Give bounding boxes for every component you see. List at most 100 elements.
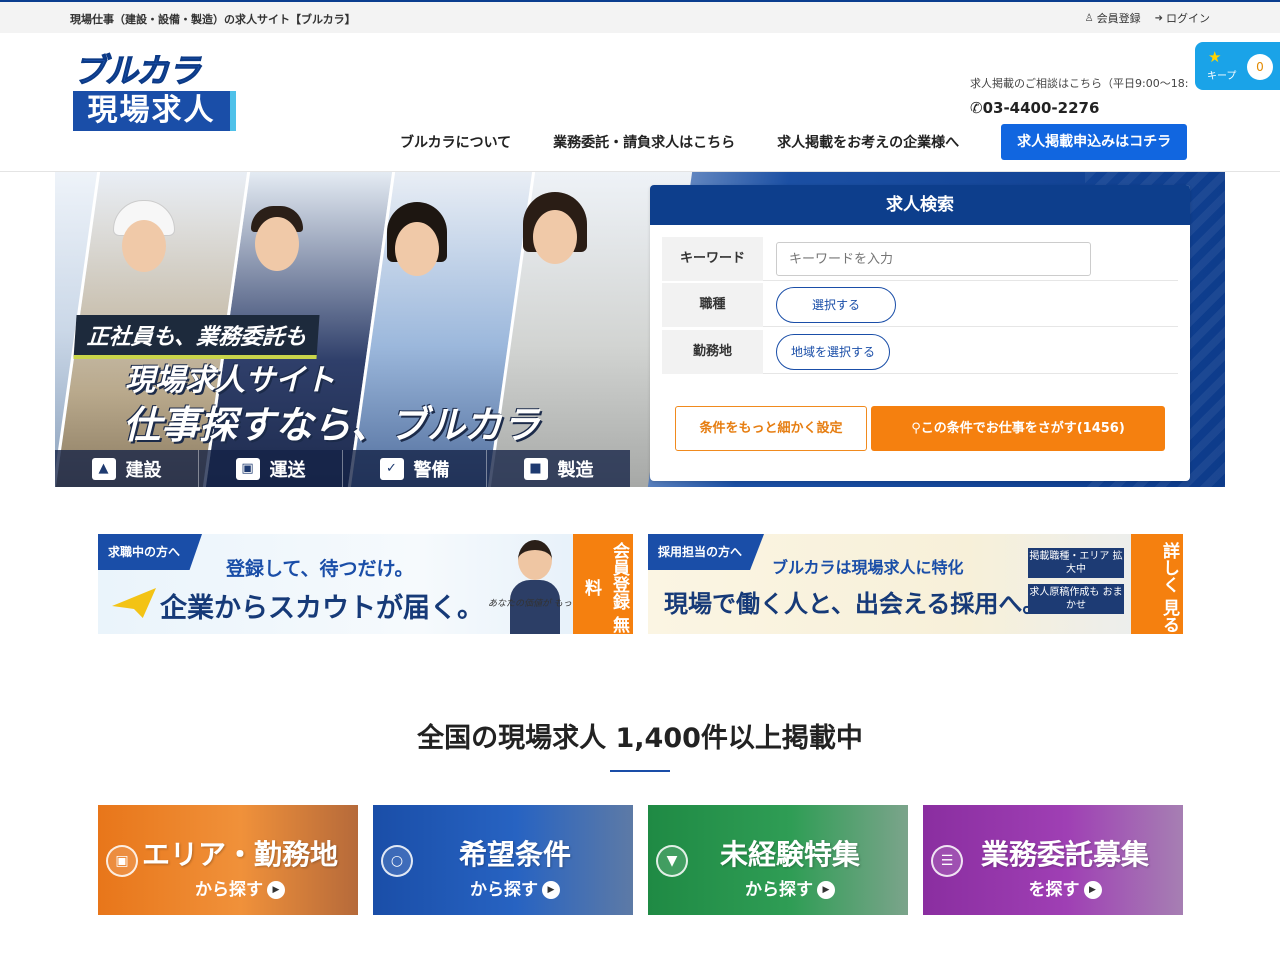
play-icon: ▶ [1083, 881, 1102, 899]
contact-phone-number: 03-4400-2276 [982, 99, 1100, 117]
person-head [518, 540, 552, 580]
search-submit-button[interactable]: ⚲この条件でお仕事をさがす(1456) [871, 406, 1165, 451]
hero-category-label: 運送 [269, 459, 306, 481]
worker-face [533, 210, 577, 264]
card-subtitle-label: を探す [1028, 880, 1080, 900]
nav-item-outsourcing[interactable]: 業務委託・請負求人はこちら [553, 132, 735, 152]
card-title: エリア・勤務地 [141, 838, 338, 871]
card-subtitle-label: から探す [470, 880, 538, 900]
banner-headline: 企業からスカウトが届く。 [160, 593, 484, 624]
hero-category-manufacturing[interactable]: ■ 製造 [487, 450, 630, 487]
card-subtitle-label: から探す [195, 880, 263, 900]
banner-headline: 現場で働く人と、出会える採用へ。 [664, 590, 1047, 618]
login-link[interactable]: ➜ ログイン [1155, 10, 1210, 26]
hero-catch-2: 現場求人サイト [125, 363, 335, 398]
hero-category-label: 警備 [413, 459, 450, 481]
keep-label: キープ [1207, 71, 1237, 82]
details-label: 詳しく 見る [1131, 534, 1183, 634]
seeker-scout-banner[interactable]: 求職中の方へ 登録して、待つだけ。 企業からスカウトが届く。 あなたの価値が も… [98, 534, 633, 634]
contact-label: 求人掲載のご相談はこちら（平日9:00〜18: [970, 77, 1189, 90]
hero-photo: 正社員も、業務委託も 現場求人サイト 仕事探すなら、ブルカラ ▲ 建設 ▣ 運送 ✓… [55, 172, 693, 487]
card-subtitle: から探す ▶ [373, 875, 633, 900]
card-no-experience[interactable]: ▼ 未経験特集 から探す ▶ [648, 805, 908, 915]
card-search-by-area[interactable]: ▣ エリア・勤務地 から探す ▶ [98, 805, 358, 915]
play-icon: ▶ [267, 881, 285, 899]
hero-category-construction[interactable]: ▲ 建設 [55, 450, 199, 487]
search-row-job-type: 職種 選択する [662, 283, 1178, 327]
area-select-button[interactable]: 地域を選択する [776, 334, 891, 370]
hero-category-transport[interactable]: ▣ 運送 [199, 450, 343, 487]
register-link[interactable]: ♙ 会員登録 [1085, 10, 1141, 26]
shield-icon: ✓ [379, 457, 404, 480]
nav-item-for-companies[interactable]: 求人掲載をお考えの企業様へ [777, 132, 959, 152]
advanced-search-button[interactable]: 条件をもっと細かく設定 [675, 406, 867, 451]
hero-catch-1: 正社員も、業務委託も [73, 315, 320, 359]
truck-icon: ▣ [235, 457, 260, 480]
section-title: 全国の現場求人 1,400件以上掲載中 [417, 723, 863, 754]
keep-widget[interactable]: ★ キープ 0 [1195, 42, 1280, 90]
card-subtitle: を探す ▶ [923, 875, 1183, 900]
register-link-label: 会員登録 [1096, 12, 1141, 25]
keyword-input[interactable] [776, 242, 1091, 276]
logo-text-top: ブルカラ [73, 51, 202, 90]
employer-banner[interactable]: 採用担当の方へ ブルカラは現場求人に特化 現場で働く人と、出会える採用へ。 掲載… [648, 534, 1183, 634]
hero-category-security[interactable]: ✓ 警備 [343, 450, 487, 487]
paper-plane-icon [112, 588, 156, 618]
global-nav: ブルカラについて 業務委託・請負求人はこちら 求人掲載をお考えの企業様へ 求人掲… [400, 124, 1188, 160]
crane-icon: ▲ [91, 457, 116, 480]
contact-info: 求人掲載のご相談はこちら（平日9:00〜18: ✆03-4400-2276 [970, 75, 1188, 117]
play-icon: ▶ [817, 881, 835, 899]
nav-item-about[interactable]: ブルカラについて [400, 132, 511, 152]
card-outsourcing[interactable]: ☰ 業務委託募集 を探す ▶ [923, 805, 1183, 915]
keep-count: 0 [1247, 54, 1273, 80]
card-title: 希望条件 [458, 838, 571, 871]
worker-face [122, 220, 166, 272]
post-job-button[interactable]: 求人掲載申込みはコチラ [1001, 124, 1188, 160]
card-title: 業務委託募集 [980, 838, 1149, 871]
card-title: 未経験特集 [719, 838, 860, 871]
hero-category-bar: ▲ 建設 ▣ 運送 ✓ 警備 ■ 製造 [55, 450, 630, 487]
play-icon: ▶ [542, 881, 560, 899]
worker-face [395, 222, 439, 276]
contact-phone[interactable]: ✆03-4400-2276 [970, 99, 1188, 117]
feature-box: 求人原稿作成も おまかせ [1028, 584, 1124, 614]
site-description: 現場仕事（建設・設備・製造）の求人サイト【ブルカラ】 [70, 13, 356, 26]
banner-subtitle: ブルカラは現場求人に特化 [772, 558, 964, 577]
job-type-label: 職種 [662, 283, 763, 327]
banner-subtitle: 登録して、待つだけ。 [226, 558, 414, 580]
banner-tag: 求職中の方へ [98, 534, 203, 570]
job-search-panel: 求人検索 キーワード 職種 選択する 勤務地 地域を選択する 条件をもっと細かく… [650, 185, 1190, 481]
hero-category-label: 建設 [125, 459, 162, 481]
card-search-by-conditions[interactable]: ○ 希望条件 から探す ▶ [373, 805, 633, 915]
worker-face [255, 217, 299, 271]
title-underline [610, 770, 670, 772]
feature-boxes: 掲載職種・エリア 拡大中 求人原稿作成も おまかせ [1028, 548, 1124, 620]
card-subtitle: から探す ▶ [98, 875, 358, 900]
search-title: 求人検索 [650, 185, 1190, 225]
feature-box: 掲載職種・エリア 拡大中 [1028, 548, 1124, 578]
banner-tag: 採用担当の方へ [648, 534, 765, 570]
phone-icon: ✆ [970, 99, 983, 117]
keyword-label: キーワード [662, 237, 763, 281]
area-label: 勤務地 [662, 330, 763, 374]
site-logo[interactable]: ブルカラ 現場求人 [73, 51, 236, 131]
search-submit-label: この条件でお仕事をさがす(1456) [920, 421, 1125, 436]
person-illustration [510, 536, 560, 634]
topbar: 現場仕事（建設・設備・製造）の求人サイト【ブルカラ】 ♙ 会員登録 ➜ ログイン [0, 0, 1280, 33]
header: ブルカラ 現場求人 求人掲載のご相談はこちら（平日9:00〜18: ✆03-44… [0, 33, 1280, 172]
search-row-keyword: キーワード [662, 237, 1178, 281]
hero-catch-3: 仕事探すなら、ブルカラ [123, 403, 540, 447]
topbar-links: ♙ 会員登録 ➜ ログイン [1085, 10, 1210, 26]
job-type-select-button[interactable]: 選択する [776, 287, 896, 323]
login-icon: ➜ [1154, 12, 1163, 24]
login-link-label: ログイン [1166, 12, 1210, 25]
user-plus-icon: ♙ [1084, 12, 1094, 24]
search-icon: ⚲ [911, 421, 921, 436]
star-icon: ★ [1208, 48, 1222, 66]
search-row-area: 勤務地 地域を選択する [662, 330, 1178, 374]
hero-category-label: 製造 [557, 459, 594, 481]
factory-icon: ■ [523, 457, 548, 480]
logo-text-bottom: 現場求人 [73, 91, 236, 131]
card-subtitle: から探す ▶ [648, 875, 908, 900]
card-subtitle-label: から探す [745, 880, 813, 900]
